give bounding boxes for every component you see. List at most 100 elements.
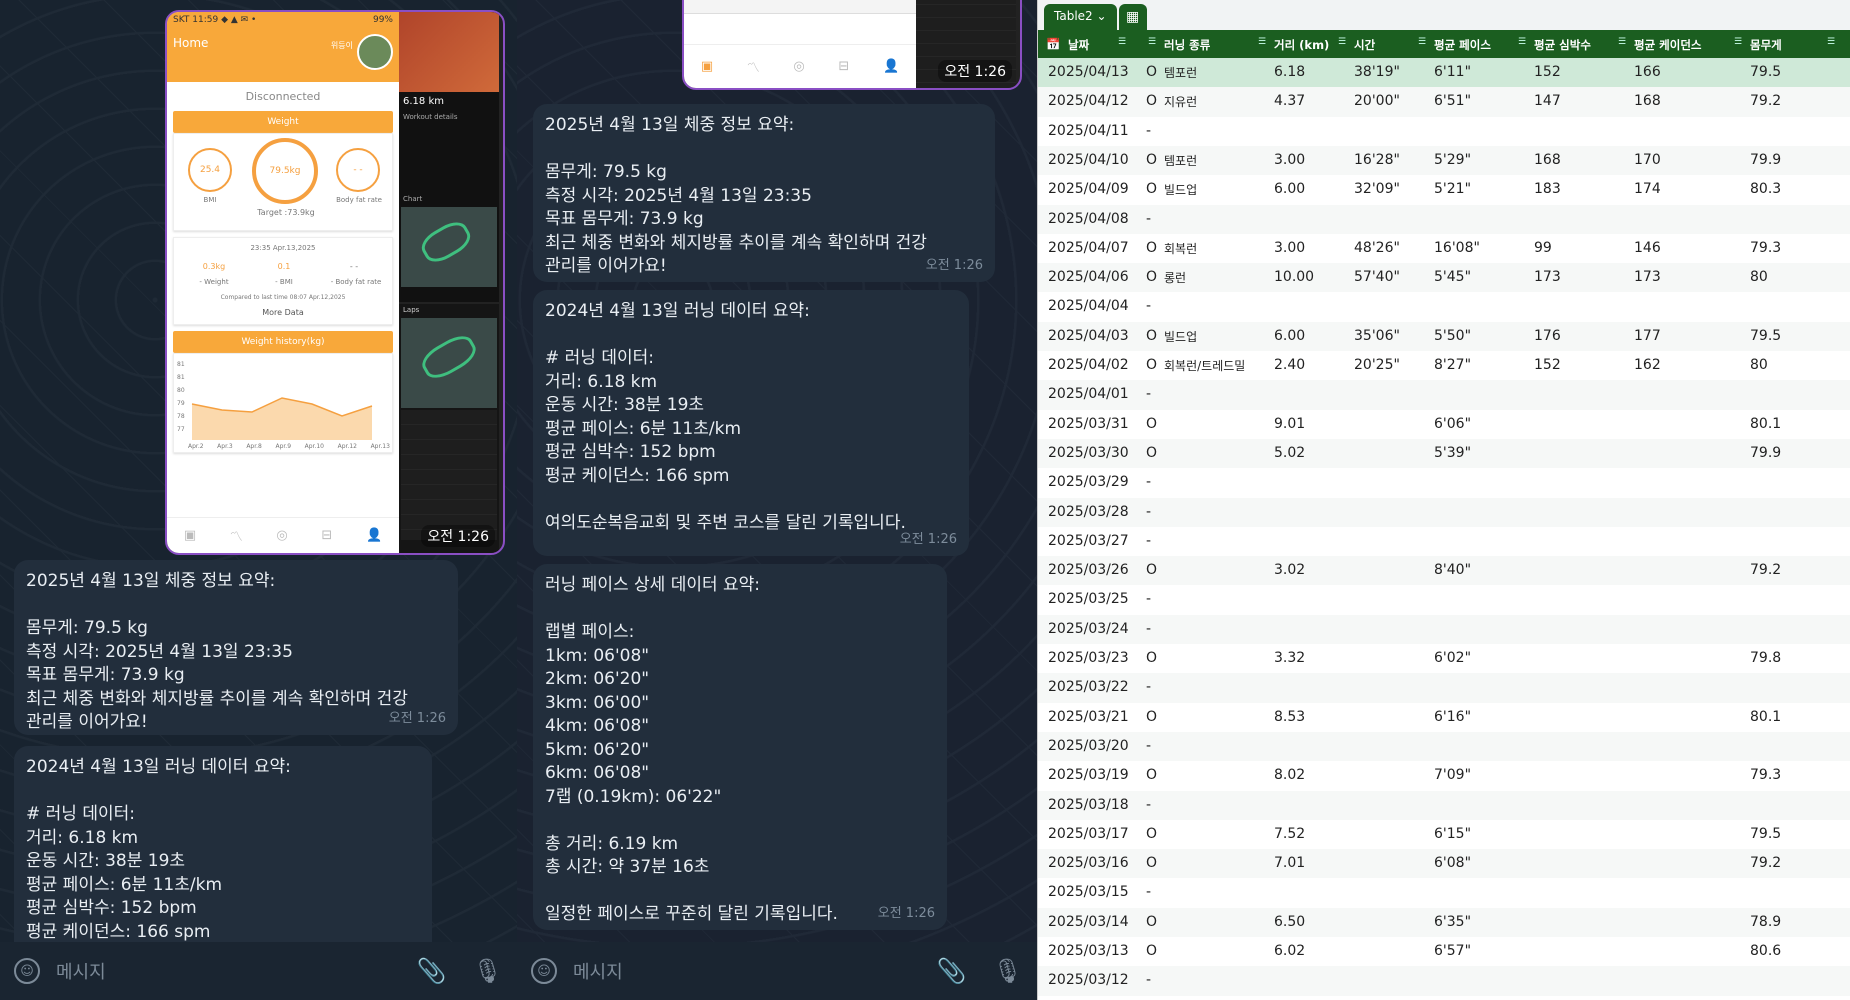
table-cell[interactable]: O	[1146, 328, 1157, 344]
table-cell[interactable]: 템포런	[1164, 64, 1197, 81]
table-row[interactable]: 2025/04/06 O 롱런 10.00 57'40" 5'45" 173 173 80	[1038, 263, 1850, 293]
table-cell[interactable]: 80.1	[1750, 416, 1781, 432]
table-row[interactable]: 2025/04/10 O 템포런 3.00 16'28" 5'29" 168 170 79.9	[1038, 145, 1850, 176]
table-cell[interactable]: 빌드업	[1164, 328, 1197, 345]
table-row[interactable]: 2025/04/07 O 회복런 3.00 48'26" 16'08" 99 146 79.3	[1038, 234, 1850, 263]
table-cell[interactable]: 6'16"	[1434, 709, 1471, 725]
table-cell[interactable]: 2025/04/04	[1048, 298, 1129, 314]
table-cell[interactable]: 3.32	[1274, 650, 1305, 666]
table-cell[interactable]: -	[1146, 211, 1151, 227]
table-cell[interactable]: 2025/03/24	[1048, 621, 1129, 637]
table-cell[interactable]: O	[1146, 240, 1157, 256]
table-row[interactable]: 2025/03/18 -	[1038, 790, 1850, 820]
filter-icon[interactable]: ☰	[1418, 37, 1426, 47]
filter-icon[interactable]: ☰	[1734, 37, 1742, 47]
table-row[interactable]: 2025/04/02 O 회복런/트레드밀 2.40 20'25" 8'27" 152 162…	[1038, 351, 1850, 380]
table-cell[interactable]: 79.2	[1750, 855, 1781, 871]
table-cell[interactable]: 2025/03/18	[1048, 797, 1129, 813]
table-cell[interactable]: O	[1146, 93, 1157, 109]
table-cell[interactable]: 177	[1634, 328, 1661, 344]
table-cell[interactable]: -	[1146, 884, 1151, 900]
column-header[interactable]: 거리 (km)	[1274, 37, 1329, 53]
table-cell[interactable]: 79.3	[1750, 767, 1781, 783]
filter-icon[interactable]: ☰	[1827, 37, 1835, 47]
table-cell[interactable]: 6'35"	[1434, 914, 1471, 930]
message-bubble-weight[interactable]: 2025년 4월 13일 체중 정보 요약: 몸무게: 79.5 kg 측정 시각…	[533, 104, 995, 282]
table-cell[interactable]: 48'26"	[1354, 240, 1400, 256]
table-cell[interactable]: 79.5	[1750, 64, 1781, 80]
table-cell[interactable]: 16'08"	[1434, 240, 1480, 256]
table-cell[interactable]: 2025/04/10	[1048, 152, 1129, 168]
table-cell[interactable]: 템포런	[1164, 152, 1197, 169]
column-header[interactable]: 몸무게	[1750, 37, 1782, 53]
attach-icon[interactable]: 📎	[417, 957, 447, 985]
table-cell[interactable]: 6.18	[1274, 64, 1305, 80]
table-cell[interactable]: 32'09"	[1354, 181, 1400, 197]
table-cell[interactable]: 2.40	[1274, 357, 1305, 373]
table-cell[interactable]: 회복런	[1164, 240, 1197, 257]
table-cell[interactable]: O	[1146, 855, 1157, 871]
table-cell[interactable]: 2025/03/31	[1048, 416, 1129, 432]
table-cell[interactable]: 79.2	[1750, 93, 1781, 109]
table-cell[interactable]: 지유런	[1164, 93, 1197, 110]
table-cell[interactable]: 2025/03/25	[1048, 591, 1129, 607]
table-cell[interactable]: 4.37	[1274, 93, 1305, 109]
table-cell[interactable]: 2025/03/21	[1048, 709, 1129, 725]
photo-attachment[interactable]: ▣ 〽 ◎ ⊟ 👤 오전 1:26	[682, 0, 1022, 90]
table-cell[interactable]: O	[1146, 767, 1157, 783]
column-header[interactable]: 날짜	[1068, 37, 1089, 53]
filter-icon[interactable]: ☰	[1148, 37, 1156, 47]
table-cell[interactable]: 2025/03/19	[1048, 767, 1129, 783]
table-cell[interactable]: O	[1146, 914, 1157, 930]
table-cell[interactable]: 79.2	[1750, 562, 1781, 578]
table-cell[interactable]: 2025/04/07	[1048, 240, 1129, 256]
table-cell[interactable]: 6.00	[1274, 181, 1305, 197]
table-cell[interactable]: 57'40"	[1354, 269, 1400, 285]
table-cell[interactable]: 79.5	[1750, 826, 1781, 842]
table-cell[interactable]: 빌드업	[1164, 181, 1197, 198]
table-row[interactable]: 2025/03/14 O 6.50 6'35" 78.9	[1038, 907, 1850, 937]
table-cell[interactable]: 176	[1534, 328, 1561, 344]
table-cell[interactable]: 롱런	[1164, 269, 1186, 286]
table-cell[interactable]: O	[1146, 181, 1157, 197]
table-cell[interactable]: 170	[1634, 152, 1661, 168]
table-cell[interactable]: 2025/03/12	[1048, 972, 1129, 988]
table-row[interactable]: 2025/04/01 -	[1038, 380, 1850, 410]
table-cell[interactable]: 회복런/트레드밀	[1164, 357, 1245, 374]
filter-icon[interactable]: ☰	[1518, 37, 1526, 47]
table-cell[interactable]: 2025/04/02	[1048, 357, 1129, 373]
table-cell[interactable]: 6'11"	[1434, 64, 1471, 80]
table-cell[interactable]: 6.50	[1274, 914, 1305, 930]
table-cell[interactable]: 79.5	[1750, 328, 1781, 344]
table-cell[interactable]: O	[1146, 64, 1157, 80]
table-cell[interactable]: -	[1146, 504, 1151, 520]
table-cell[interactable]: 2025/04/12	[1048, 93, 1129, 109]
table-row[interactable]: 2025/03/15 -	[1038, 878, 1850, 907]
table-cell[interactable]: O	[1146, 357, 1157, 373]
table-cell[interactable]: 168	[1534, 152, 1561, 168]
table-cell[interactable]: 7'09"	[1434, 767, 1471, 783]
table-cell[interactable]: 78.9	[1750, 914, 1781, 930]
table-cell[interactable]: 79.8	[1750, 650, 1781, 666]
table-cell[interactable]: 2025/03/28	[1048, 504, 1129, 520]
table-cell[interactable]: 2025/03/15	[1048, 884, 1129, 900]
table-cell[interactable]: 2025/03/22	[1048, 679, 1129, 695]
emoji-icon[interactable]: ☺	[14, 958, 40, 984]
table-cell[interactable]: 173	[1634, 269, 1661, 285]
column-header[interactable]: 러닝 종류	[1164, 37, 1210, 53]
table-cell[interactable]: 38'19"	[1354, 64, 1400, 80]
table-cell[interactable]: 6'06"	[1434, 416, 1471, 432]
table-cell[interactable]: 6'08"	[1434, 855, 1471, 871]
table-cell[interactable]: 2025/03/14	[1048, 914, 1129, 930]
table-cell[interactable]: 2025/03/29	[1048, 474, 1129, 490]
table-cell[interactable]: 20'25"	[1354, 357, 1400, 373]
table-cell[interactable]: -	[1146, 298, 1151, 314]
table-row[interactable]: 2025/03/29 -	[1038, 468, 1850, 497]
table-cell[interactable]: -	[1146, 591, 1151, 607]
table-cell[interactable]: 2025/04/03	[1048, 328, 1129, 344]
table-cell[interactable]: 152	[1534, 357, 1561, 373]
table-cell[interactable]: 2025/03/20	[1048, 738, 1129, 754]
column-header[interactable]: 평균 페이스	[1434, 37, 1491, 53]
table-cell[interactable]: 2025/04/08	[1048, 211, 1129, 227]
table-row[interactable]: 2025/03/22 -	[1038, 673, 1850, 703]
